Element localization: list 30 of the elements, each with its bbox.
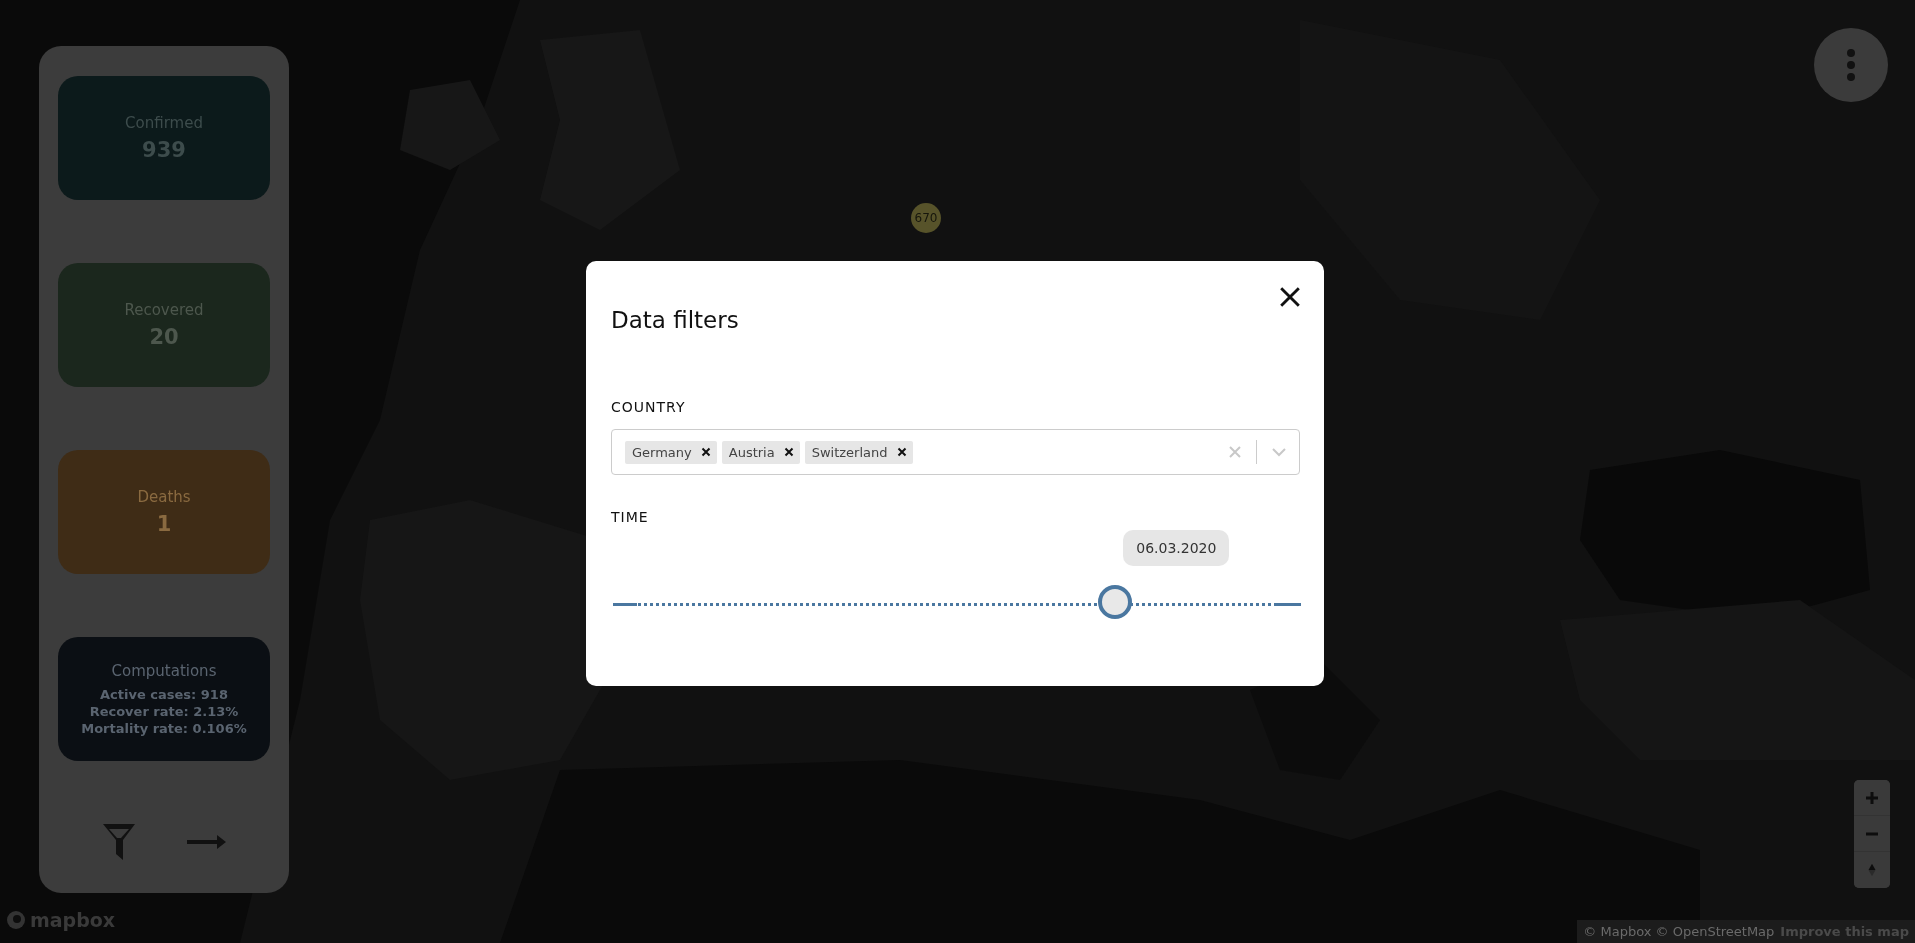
- country-select[interactable]: Germany Austria Switzerland: [611, 429, 1300, 475]
- card-title: Computations: [111, 661, 217, 680]
- summary-line: Recover rate: 2.13%: [89, 702, 239, 720]
- summary-line: Mortality rate: 0.106%: [81, 719, 247, 737]
- remove-icon[interactable]: [896, 447, 907, 457]
- slider-thumb[interactable]: [1098, 585, 1133, 619]
- arrow-right-icon: [186, 834, 227, 850]
- mapbox-logo-icon: [6, 910, 26, 930]
- chevron-down-icon[interactable]: [1271, 447, 1287, 457]
- close-icon: [1279, 286, 1301, 308]
- tag-label: Switzerland: [811, 444, 888, 460]
- remove-icon[interactable]: [700, 447, 711, 457]
- filter-button[interactable]: [101, 823, 136, 861]
- tag-label: Austria: [728, 444, 775, 460]
- dialog-title: Data filters: [611, 307, 739, 333]
- attribution-text: © Mapbox © OpenStreetMap: [1583, 924, 1775, 939]
- time-label: TIME: [611, 509, 650, 525]
- tag-label: Germany: [632, 444, 692, 460]
- card-title: Deaths: [137, 488, 191, 506]
- summary-line: Active cases: 918: [100, 685, 228, 703]
- clear-icon[interactable]: [1228, 445, 1242, 459]
- close-button[interactable]: [1278, 285, 1302, 309]
- filter-icon: [101, 823, 136, 861]
- plus-icon: [1865, 790, 1879, 805]
- remove-icon[interactable]: [783, 447, 794, 457]
- country-label: COUNTRY: [611, 399, 687, 415]
- card-value: 1: [156, 512, 172, 536]
- date-tooltip: 06.03.2020: [1123, 530, 1230, 566]
- zoom-in-button[interactable]: [1854, 780, 1890, 816]
- more-icon: [1846, 48, 1856, 82]
